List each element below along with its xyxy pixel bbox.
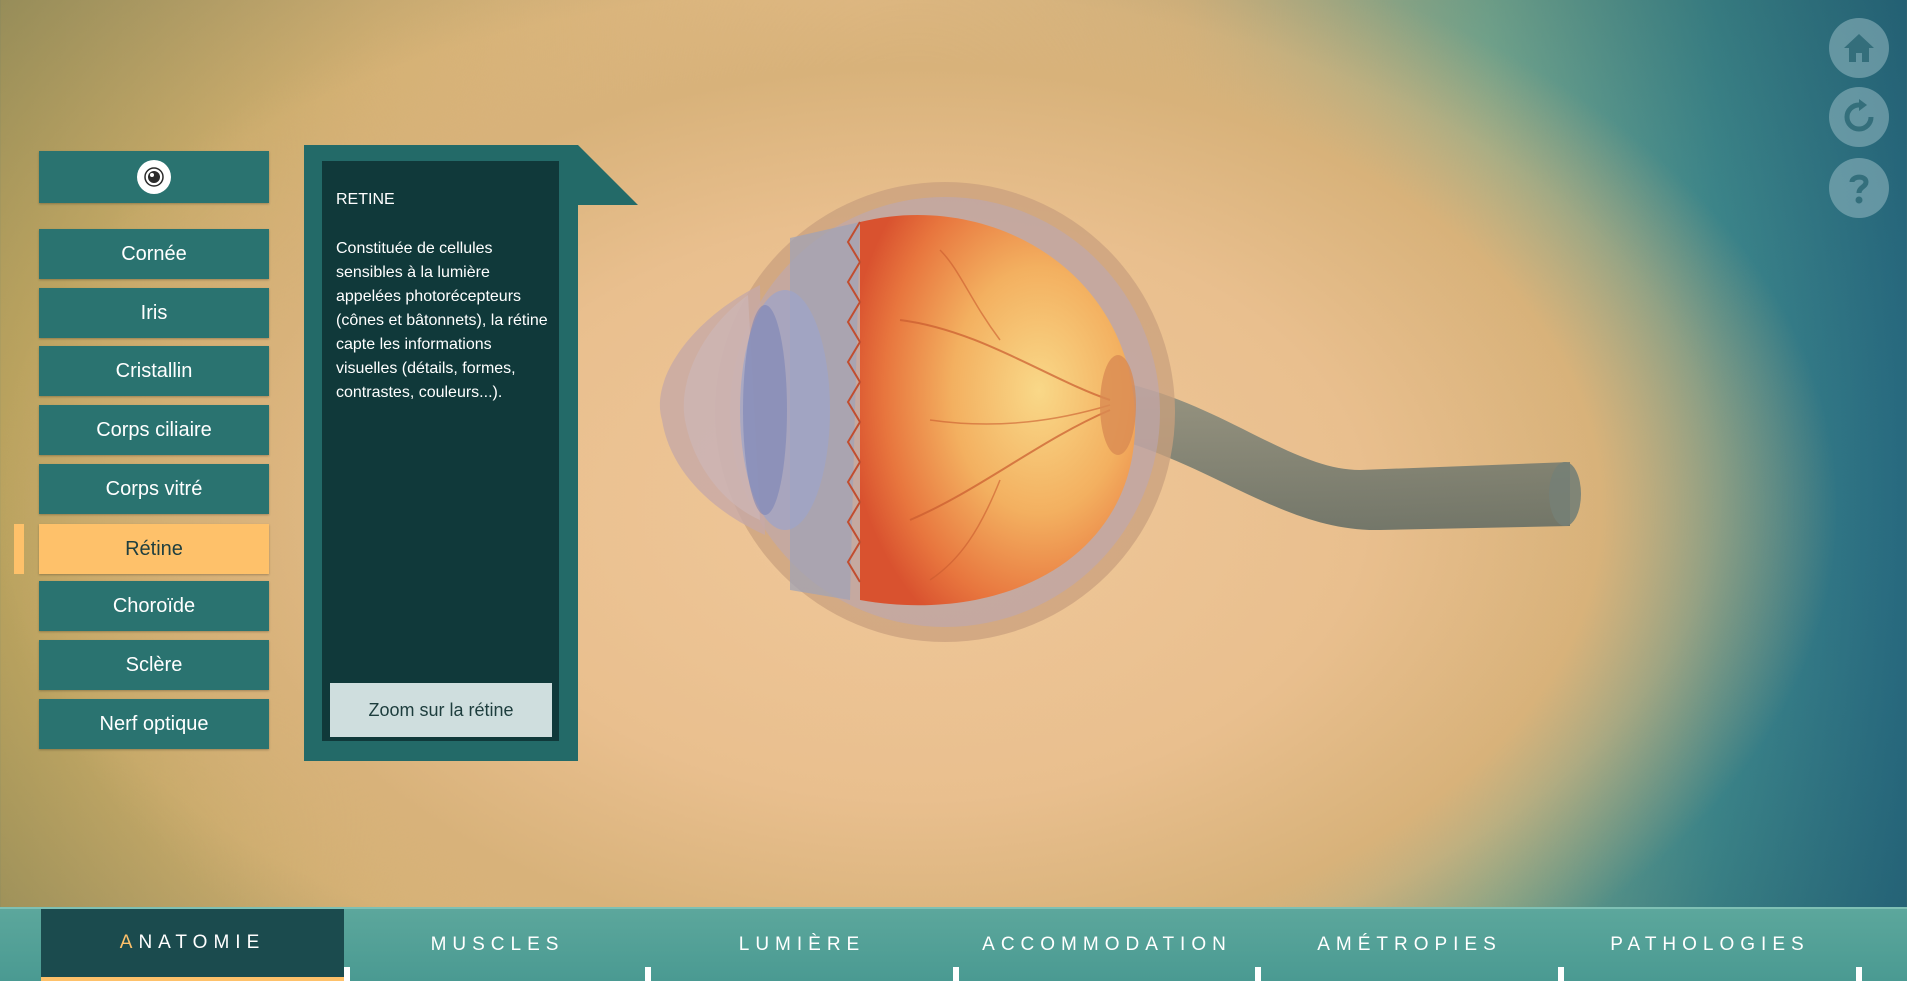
info-title: RETINE <box>336 191 395 208</box>
tab-accommodation[interactable]: ACCOMMODATION <box>959 909 1255 981</box>
tab-lumiere[interactable]: LUMIÈRE <box>651 909 953 981</box>
sidebar-item-retine[interactable]: Rétine <box>39 524 269 574</box>
bottom-nav: A NATOMIE MUSCLES LUMIÈRE ACCOMMODATION A… <box>0 907 1907 981</box>
eye-illustration <box>659 182 1581 642</box>
sidebar-item-iris[interactable]: Iris <box>39 288 269 338</box>
tab-muscles[interactable]: MUSCLES <box>350 909 645 981</box>
sidebar-item-corps-vitre[interactable]: Corps vitré <box>39 464 269 514</box>
refresh-icon[interactable] <box>1829 87 1889 147</box>
sidebar-item-corps-ciliaire[interactable]: Corps ciliaire <box>39 405 269 455</box>
info-description: Constituée de cellules sensibles à la lu… <box>336 240 548 401</box>
sidebar-item-cornee[interactable]: Cornée <box>39 229 269 279</box>
sidebar-item-nerf-optique[interactable]: Nerf optique <box>39 699 269 749</box>
tab-ametropies[interactable]: AMÉTROPIES <box>1261 909 1558 981</box>
eye-view-button[interactable] <box>39 151 269 203</box>
home-icon[interactable] <box>1829 18 1889 78</box>
info-content: RETINE Constituée de cellules sensibles … <box>322 161 559 741</box>
active-item-marker <box>14 524 24 574</box>
tab-anatomie[interactable]: A NATOMIE <box>41 909 344 981</box>
sidebar-item-sclere[interactable]: Sclère <box>39 640 269 690</box>
tab-pathologies[interactable]: PATHOLOGIES <box>1564 909 1856 981</box>
tab-anatomie-label: NATOMIE <box>138 932 266 953</box>
eye-icon <box>137 160 171 194</box>
zoom-retina-button[interactable]: Zoom sur la rétine <box>330 683 552 737</box>
sidebar-item-choroide[interactable]: Choroïde <box>39 581 269 631</box>
sidebar-item-cristallin[interactable]: Cristallin <box>39 346 269 396</box>
tab-anatomie-initial: A <box>119 932 139 953</box>
help-icon[interactable] <box>1829 158 1889 218</box>
